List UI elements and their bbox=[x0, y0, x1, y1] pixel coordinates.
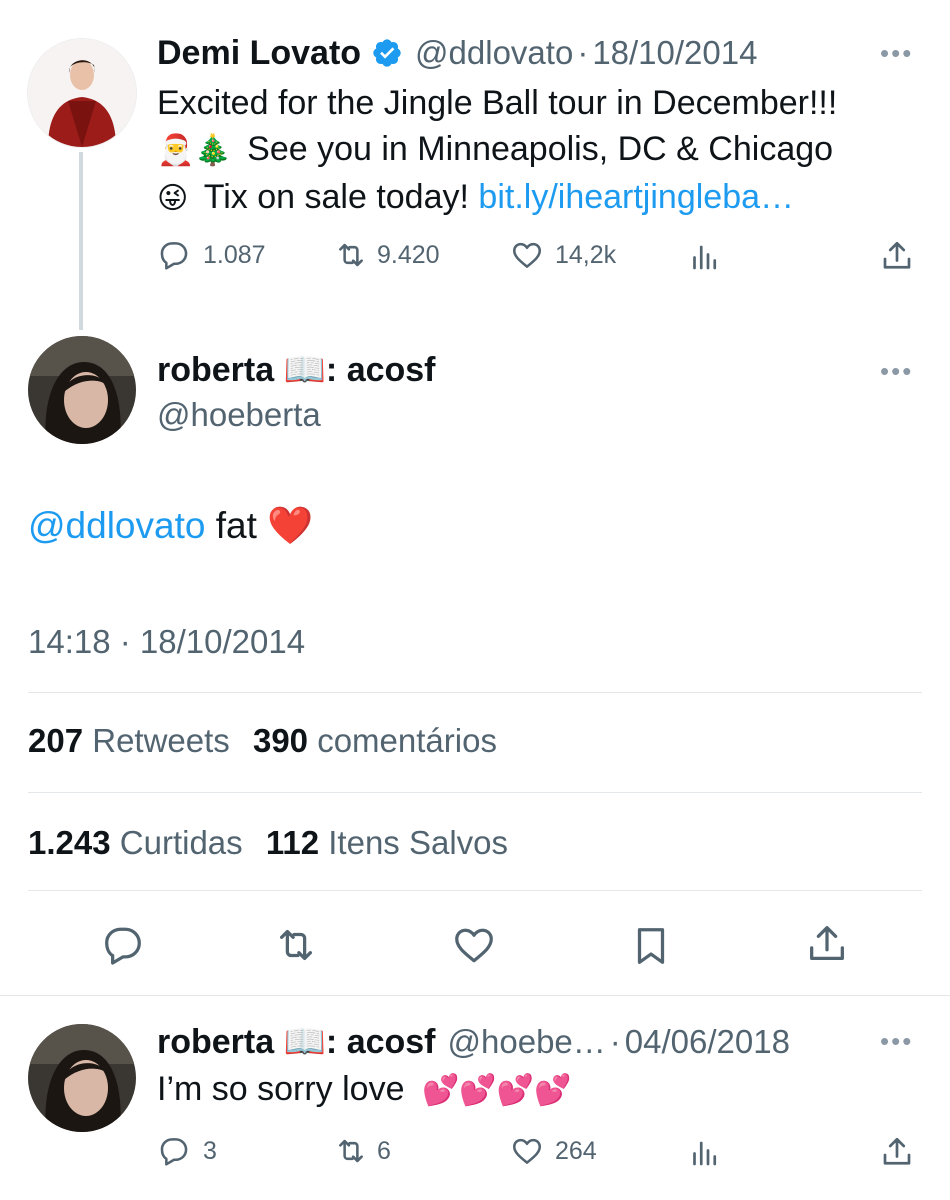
more-options-icon[interactable]: ••• bbox=[880, 1026, 913, 1057]
reply-actions: 3 6 264 bbox=[157, 1132, 917, 1176]
tweet-line-3-text: Tix on sale today! bbox=[203, 178, 469, 216]
more-options-icon[interactable]: ••• bbox=[880, 356, 913, 387]
retweet-count: 6 bbox=[377, 1136, 391, 1165]
emoji: 🎅🎄 bbox=[157, 134, 232, 167]
retweet-icon bbox=[333, 1134, 369, 1168]
author-handle[interactable]: @hoebe… bbox=[448, 1023, 606, 1061]
views-button[interactable] bbox=[687, 1134, 723, 1170]
saves-count: 112 bbox=[265, 824, 320, 861]
avatar-image bbox=[28, 1024, 136, 1132]
separator: · bbox=[577, 34, 589, 71]
reply-count: 1.087 bbox=[203, 240, 266, 269]
reply-icon bbox=[157, 1134, 191, 1168]
tweet-timestamp[interactable]: 14:18 · 18/10/2014 bbox=[28, 623, 305, 661]
avatar-image bbox=[28, 39, 136, 147]
avatar[interactable] bbox=[28, 1024, 136, 1132]
tweet-date[interactable]: 04/06/2018 bbox=[625, 1023, 790, 1061]
like-count: 14,2k bbox=[555, 240, 617, 269]
tweet-link[interactable]: bit.ly/iheartjingleba… bbox=[478, 178, 794, 216]
reply-text: I’m so sorry love 💕💕💕💕 bbox=[157, 1066, 571, 1114]
hearts-emoji: 💕💕💕💕 bbox=[421, 1074, 572, 1107]
divider bbox=[0, 995, 950, 996]
main-tweet-text: @ddlovato fat ❤️ bbox=[28, 505, 313, 548]
reply-icon[interactable] bbox=[100, 922, 146, 968]
mention-link[interactable]: @ddlovato bbox=[28, 505, 205, 546]
likes-label: Curtidas bbox=[119, 824, 243, 861]
likes-stat[interactable]: 1.243 Curtidas bbox=[28, 824, 252, 861]
avatar[interactable] bbox=[28, 336, 136, 444]
retweet-icon bbox=[333, 238, 369, 272]
tweet-header: Demi Lovato @ddlovato · 18/10/2014 bbox=[157, 31, 757, 75]
retweets-count: 207 bbox=[28, 722, 84, 759]
emoji: 😜 bbox=[157, 182, 189, 215]
tweet-date[interactable]: 18/10/2014 bbox=[592, 34, 757, 72]
comments-stat[interactable]: 390 comentários bbox=[253, 722, 497, 759]
engagement-row-1: 207 Retweets 390 comentários bbox=[28, 722, 497, 760]
tweet-line-2-text: See you in Minneapolis, DC & Chicago bbox=[247, 130, 834, 168]
author-name[interactable]: roberta 📖: acosf bbox=[157, 1022, 436, 1062]
comments-label: comentários bbox=[317, 722, 497, 759]
retweet-button[interactable]: 6 bbox=[333, 1134, 391, 1168]
main-actions bbox=[0, 918, 950, 974]
retweet-count: 9.420 bbox=[377, 240, 440, 269]
heart-icon bbox=[509, 238, 545, 272]
tweet-text: Excited for the Jingle Ball tour in Dece… bbox=[157, 80, 917, 222]
tweet-actions: 1.087 9.420 14,2k bbox=[157, 234, 917, 278]
retweets-stat[interactable]: 207 Retweets bbox=[28, 722, 239, 759]
heart-icon[interactable] bbox=[450, 922, 498, 968]
verified-badge-icon bbox=[371, 37, 403, 69]
tweet-line-3: 😜 Tix on sale today! bit.ly/iheartjingle… bbox=[157, 174, 917, 222]
views-button[interactable] bbox=[687, 238, 723, 274]
share-icon[interactable] bbox=[804, 920, 850, 968]
like-count: 264 bbox=[555, 1136, 597, 1165]
heart-emoji: ❤️ bbox=[267, 505, 314, 546]
main-tweet-word: fat bbox=[215, 505, 257, 546]
separator: · bbox=[609, 1023, 621, 1060]
share-icon bbox=[879, 1134, 915, 1170]
thread-line bbox=[79, 152, 83, 330]
reply-icon bbox=[157, 238, 191, 272]
views-chart-icon bbox=[687, 1134, 723, 1170]
likes-count: 1.243 bbox=[28, 824, 111, 861]
views-chart-icon bbox=[687, 238, 723, 274]
tweet-line-2: 🎅🎄 See you in Minneapolis, DC & Chicago bbox=[157, 126, 917, 174]
heart-icon bbox=[509, 1134, 545, 1168]
comments-count: 390 bbox=[252, 722, 309, 759]
retweets-label: Retweets bbox=[92, 722, 230, 759]
engagement-row-2: 1.243 Curtidas 112 Itens Salvos bbox=[28, 824, 508, 862]
like-button[interactable]: 14,2k bbox=[509, 238, 616, 272]
divider bbox=[28, 792, 922, 793]
like-button[interactable]: 264 bbox=[509, 1134, 597, 1168]
author-name[interactable]: roberta 📖: acosf bbox=[157, 350, 436, 390]
share-button[interactable] bbox=[879, 238, 915, 274]
bookmark-icon[interactable] bbox=[628, 922, 674, 970]
saves-stat[interactable]: 112 Itens Salvos bbox=[266, 824, 508, 861]
author-handle[interactable]: @ddlovato bbox=[415, 34, 573, 72]
reply-text-body: I’m so sorry love bbox=[157, 1070, 405, 1108]
reply-button[interactable]: 3 bbox=[157, 1134, 217, 1168]
share-icon bbox=[879, 238, 915, 274]
retweet-button[interactable]: 9.420 bbox=[333, 238, 440, 272]
avatar-image bbox=[28, 336, 136, 444]
divider bbox=[28, 890, 922, 891]
author-name[interactable]: Demi Lovato bbox=[157, 34, 361, 73]
more-options-icon[interactable]: ••• bbox=[880, 38, 913, 69]
retweet-icon[interactable] bbox=[272, 922, 320, 968]
divider bbox=[28, 692, 922, 693]
share-button[interactable] bbox=[879, 1134, 915, 1170]
author-handle[interactable]: @hoeberta bbox=[157, 396, 321, 434]
avatar[interactable] bbox=[27, 38, 137, 148]
reply-header: roberta 📖: acosf @hoebe… · 04/06/2018 bbox=[157, 1020, 790, 1064]
saves-label: Itens Salvos bbox=[328, 824, 509, 861]
reply-count: 3 bbox=[203, 1136, 217, 1165]
reply-button[interactable]: 1.087 bbox=[157, 238, 266, 272]
tweet-line-1: Excited for the Jingle Ball tour in Dece… bbox=[157, 84, 838, 122]
